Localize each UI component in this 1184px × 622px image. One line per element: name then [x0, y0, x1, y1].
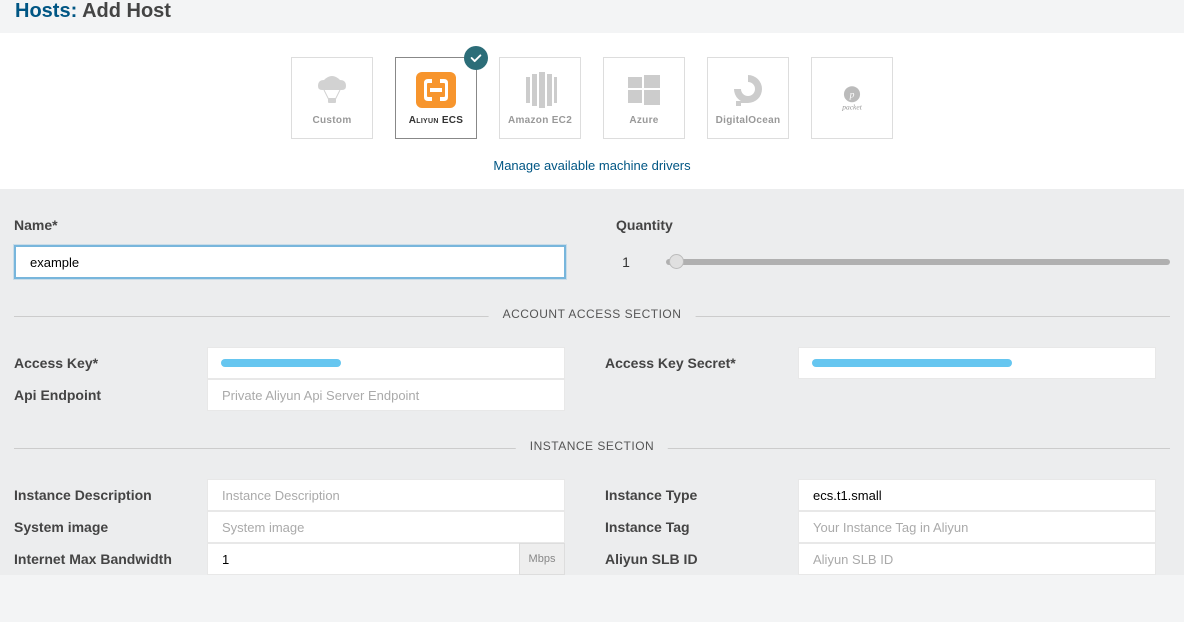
manage-drivers-link-wrap: Manage available machine drivers: [0, 157, 1184, 175]
provider-row: Custom Aliyun ECS Amazon EC2 Azure: [0, 57, 1184, 139]
provider-panel: Custom Aliyun ECS Amazon EC2 Azure: [0, 33, 1184, 189]
packet-icon: p packet: [830, 79, 874, 117]
svg-text:packet: packet: [841, 102, 862, 111]
name-input[interactable]: [14, 245, 566, 279]
cloud-parachute-icon: [310, 71, 354, 109]
provider-packet[interactable]: p packet: [811, 57, 893, 139]
bandwidth-input[interactable]: [207, 543, 565, 575]
provider-custom[interactable]: Custom: [291, 57, 373, 139]
digitalocean-icon: [726, 71, 770, 109]
provider-label: Azure: [629, 115, 658, 126]
access-key-secret-label: Access Key Secret*: [605, 355, 798, 371]
access-key-label: Access Key*: [14, 355, 207, 371]
page-header: Hosts: Add Host: [0, 0, 1184, 33]
provider-label: DigitalOcean: [716, 115, 781, 126]
instance-type-input[interactable]: [798, 479, 1156, 511]
system-image-label: System image: [14, 519, 207, 535]
breadcrumb-hosts[interactable]: Hosts:: [15, 0, 77, 22]
provider-label: Custom: [312, 115, 351, 126]
page-title: Hosts: Add Host: [15, 0, 1169, 23]
api-endpoint-input[interactable]: [207, 379, 565, 411]
provider-digitalocean[interactable]: DigitalOcean: [707, 57, 789, 139]
check-icon: [464, 46, 488, 70]
aliyun-icon: [414, 71, 458, 109]
amazon-ec2-icon: [518, 71, 562, 109]
account-section-label: ACCOUNT ACCESS SECTION: [489, 307, 696, 321]
provider-label: Aliyun ECS: [409, 115, 464, 126]
bandwidth-label: Internet Max Bandwidth: [14, 551, 207, 567]
svg-text:p: p: [849, 89, 855, 100]
quantity-value: 1: [616, 254, 636, 270]
form-area: Name* Quantity 1 ACCOUNT ACCESS SECTION …: [0, 189, 1184, 575]
bandwidth-unit: Mbps: [519, 543, 565, 575]
slb-id-input[interactable]: [798, 543, 1156, 575]
instance-section-label: INSTANCE SECTION: [516, 439, 668, 453]
quantity-slider[interactable]: [666, 259, 1170, 265]
slb-id-label: Aliyun SLB ID: [605, 551, 798, 567]
redacted-scribble: [812, 359, 1012, 367]
azure-icon: [622, 71, 666, 109]
instance-section-divider: INSTANCE SECTION: [14, 439, 1170, 457]
instance-tag-label: Instance Tag: [605, 519, 798, 535]
api-endpoint-label: Api Endpoint: [14, 387, 207, 403]
instance-tag-input[interactable]: [798, 511, 1156, 543]
system-image-input[interactable]: [207, 511, 565, 543]
provider-azure[interactable]: Azure: [603, 57, 685, 139]
breadcrumb-add-host: Add Host: [82, 0, 171, 22]
manage-drivers-link[interactable]: Manage available machine drivers: [493, 158, 690, 173]
instance-type-label: Instance Type: [605, 487, 798, 503]
redacted-scribble: [221, 359, 341, 367]
name-label: Name*: [14, 217, 566, 233]
provider-label: Amazon EC2: [508, 115, 572, 126]
quantity-label: Quantity: [616, 217, 1170, 233]
slider-thumb[interactable]: [669, 254, 684, 269]
instance-desc-label: Instance Description: [14, 487, 207, 503]
provider-amazon-ec2[interactable]: Amazon EC2: [499, 57, 581, 139]
instance-desc-input[interactable]: [207, 479, 565, 511]
account-section-divider: ACCOUNT ACCESS SECTION: [14, 307, 1170, 325]
provider-aliyun-ecs[interactable]: Aliyun ECS: [395, 57, 477, 139]
